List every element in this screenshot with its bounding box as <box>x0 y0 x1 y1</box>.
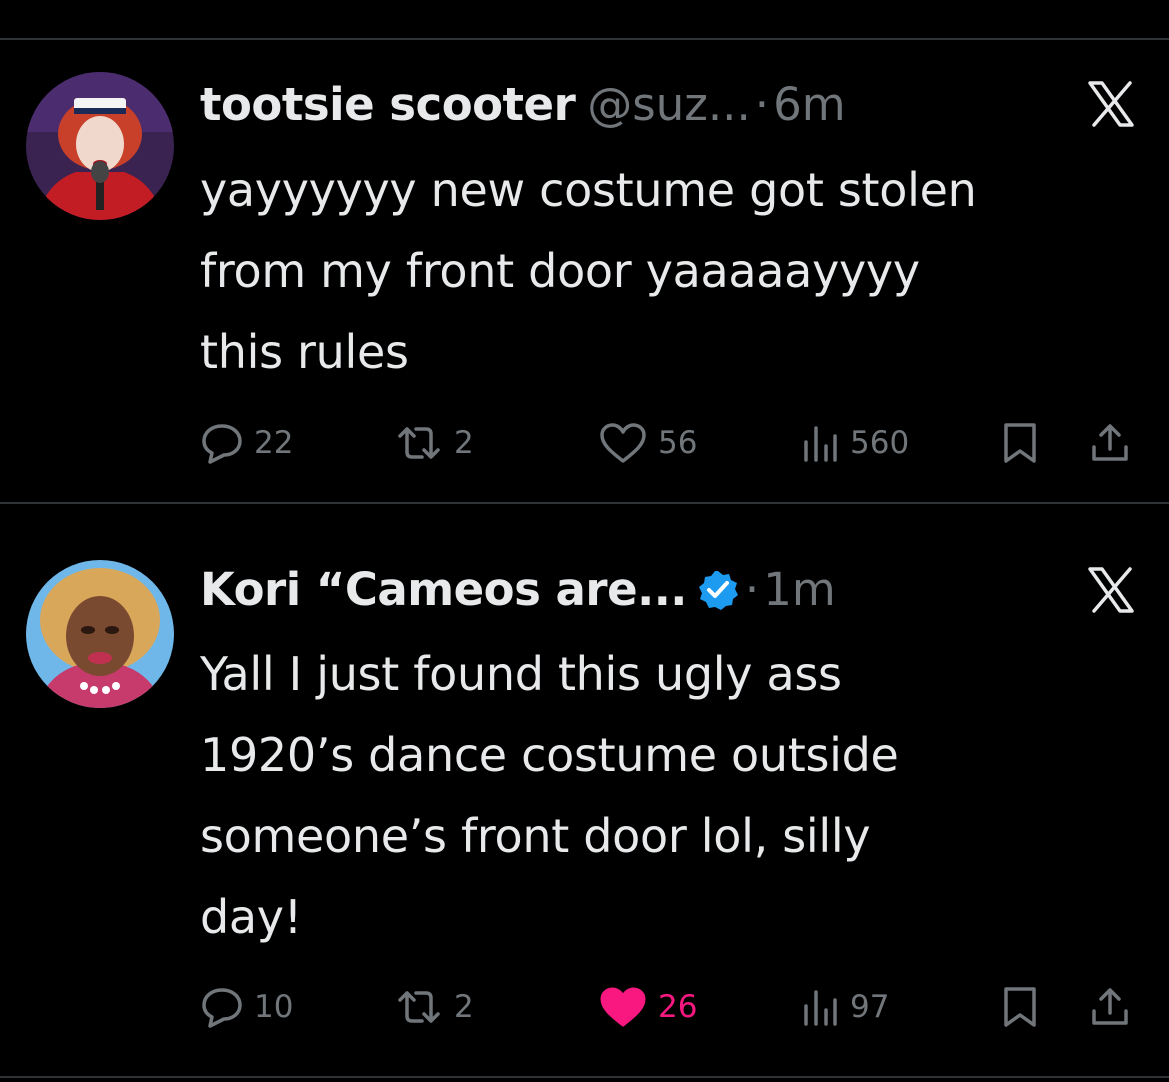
repost-button[interactable]: 2 <box>394 982 474 1032</box>
share-icon <box>1092 424 1128 461</box>
tweet-text: Yall I just found this ugly ass 1920’s d… <box>200 634 1150 958</box>
tweet-text-line: from my front door yaaaaayyyy <box>200 244 920 298</box>
avatar-tootsie-scooter[interactable] <box>26 72 174 220</box>
tweet-text: yayyyyyy new costume got stolen from my … <box>200 150 1150 393</box>
bookmark-button[interactable] <box>1000 418 1040 468</box>
heart-filled-icon <box>600 987 646 1027</box>
tweet-2-header: Kori “Cameos are... · 1m <box>200 560 836 620</box>
tweet-1[interactable]: tootsie scooter @suz... · 6m yayyyyyy ne… <box>0 0 1169 500</box>
author-name[interactable]: tootsie scooter <box>200 75 576 135</box>
close-button[interactable] <box>1083 76 1139 132</box>
timestamp[interactable]: 6m <box>773 75 845 135</box>
reply-button[interactable]: 10 <box>200 982 293 1032</box>
avatar-kori[interactable] <box>26 560 174 708</box>
timestamp[interactable]: 1m <box>763 560 835 620</box>
views-icon <box>804 990 837 1026</box>
repost-icon <box>398 427 440 459</box>
reply-button[interactable]: 22 <box>200 418 293 468</box>
reply-count: 10 <box>254 989 294 1025</box>
share-button[interactable] <box>1088 982 1132 1032</box>
tweet-1-header: tootsie scooter @suz... · 6m <box>200 75 846 135</box>
repost-icon <box>398 991 440 1023</box>
views-button[interactable]: 97 <box>800 982 889 1032</box>
share-button[interactable] <box>1088 418 1132 468</box>
share-icon <box>1092 988 1128 1025</box>
tweet-text-line: day! <box>200 890 302 944</box>
tweet-text-line: 1920’s dance costume outside <box>200 728 899 782</box>
close-icon <box>1088 81 1134 127</box>
heart-icon <box>600 423 646 463</box>
repost-button[interactable]: 2 <box>394 418 474 468</box>
verified-icon <box>698 571 738 610</box>
bookmark-icon <box>1004 987 1036 1027</box>
close-button[interactable] <box>1083 562 1139 618</box>
tweet-text-line: someone’s front door lol, silly <box>200 809 871 863</box>
tweet-2[interactable]: Kori “Cameos are... · 1m Yall I just fou… <box>0 504 1169 1074</box>
like-button[interactable]: 56 <box>598 418 697 468</box>
reply-icon <box>202 424 242 464</box>
separator-dot: · <box>754 78 770 131</box>
reply-count: 22 <box>254 425 294 461</box>
views-button[interactable]: 560 <box>800 418 909 468</box>
avatar-image <box>26 560 174 708</box>
like-button[interactable]: 26 <box>598 982 697 1032</box>
action-bar: 22 2 56 560 <box>0 418 1169 468</box>
repost-count: 2 <box>454 425 474 461</box>
views-icon <box>804 426 837 462</box>
bookmark-button[interactable] <box>1000 982 1040 1032</box>
tweet-text-line: this rules <box>200 325 409 379</box>
reply-icon <box>202 988 242 1028</box>
views-count: 97 <box>850 989 890 1025</box>
author-handle[interactable]: @suz... <box>587 75 751 135</box>
like-count: 56 <box>658 425 698 461</box>
verified-badge <box>697 569 739 611</box>
tweet-text-line: yayyyyyy new costume got stolen <box>200 163 977 217</box>
divider-bottom <box>0 1076 1169 1078</box>
repost-count: 2 <box>454 989 474 1025</box>
author-name[interactable]: Kori “Cameos are... <box>200 560 687 620</box>
bookmark-icon <box>1004 423 1036 463</box>
close-icon <box>1088 567 1134 613</box>
avatar-image <box>26 72 174 220</box>
tweet-text-line: Yall I just found this ugly ass <box>200 647 842 701</box>
action-bar: 10 2 26 97 <box>0 982 1169 1032</box>
separator-dot: · <box>744 563 760 616</box>
views-count: 560 <box>850 425 910 461</box>
like-count: 26 <box>658 989 698 1025</box>
